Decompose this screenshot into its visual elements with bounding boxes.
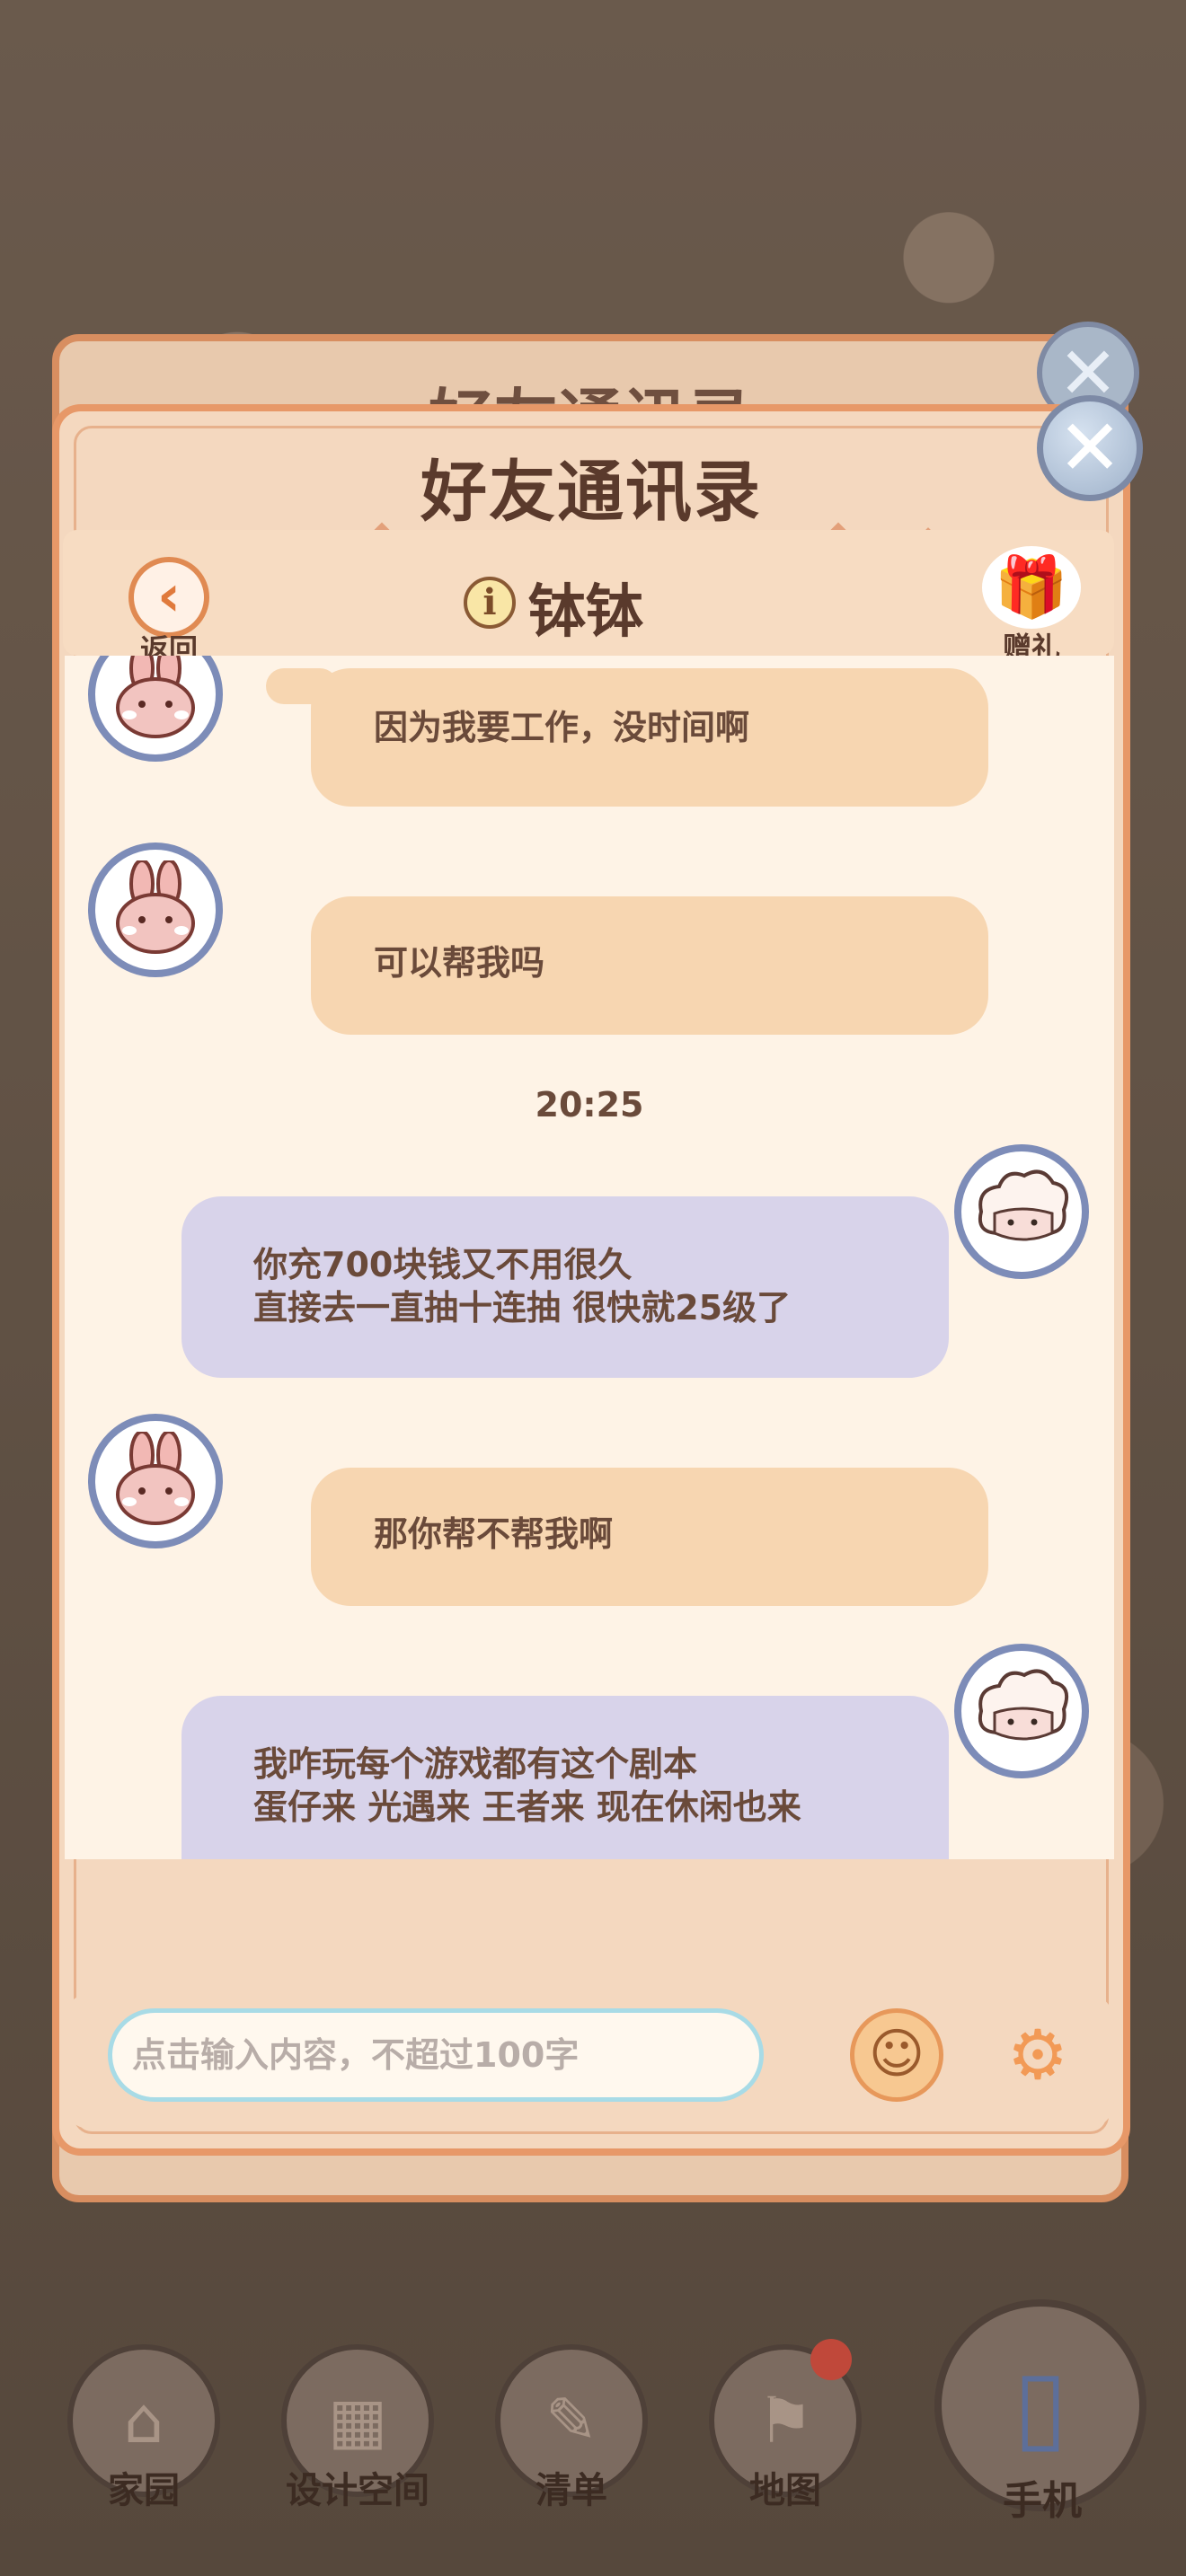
bunny-icon bbox=[116, 860, 195, 954]
message-bubble-me: 你充700块钱又不用很久 直接去一直抽十连抽 很快就25级了 bbox=[181, 1196, 949, 1378]
back-button[interactable]: ‹ 返回 bbox=[124, 557, 214, 666]
message-bubble-friend: 那你帮不帮我啊 bbox=[311, 1468, 988, 1606]
bubble-tab bbox=[266, 668, 338, 704]
message-text-line: 蛋仔来 光遇来 王者来 现在休闲也来 bbox=[253, 1787, 801, 1827]
nav-label: 清单 bbox=[535, 2470, 607, 2511]
message-bubble-friend: 因为我要工作，没时间啊 bbox=[266, 668, 988, 807]
nav-label: 手机 bbox=[1003, 2478, 1082, 2524]
notification-dot bbox=[810, 2339, 852, 2380]
gift-button[interactable]: 🎁 赠礼 bbox=[976, 546, 1087, 665]
nav-label: 家园 bbox=[108, 2470, 180, 2511]
dialog-title: 好友通讯录 bbox=[420, 454, 762, 531]
my-avatar bbox=[954, 1144, 1089, 1279]
nav-label: 设计空间 bbox=[286, 2470, 429, 2511]
bunny-icon bbox=[116, 1432, 195, 1525]
friend-avatar bbox=[88, 1414, 223, 1548]
nav-map[interactable]: ⚑ 地图 bbox=[704, 2339, 866, 2513]
nav-home[interactable]: ⌂ 家园 bbox=[63, 2344, 225, 2513]
gear-icon: ⚙ bbox=[1006, 2015, 1069, 2095]
chevron-left-icon: ‹ bbox=[128, 557, 209, 638]
gift-icon: 🎁 bbox=[982, 546, 1081, 629]
friend-avatar bbox=[88, 842, 223, 977]
friend-name: 钵钵 bbox=[528, 579, 643, 646]
sheep-icon bbox=[978, 1669, 1068, 1741]
emoji-button[interactable]: ☺ bbox=[850, 2008, 943, 2102]
chat-messages[interactable]: 因为我要工作，没时间啊 可以帮我吗 20:25 你充700块钱又不用很久 直接去… bbox=[65, 656, 1114, 1859]
message-text: 因为我要工作，没时间啊 bbox=[374, 708, 750, 747]
nav-design-space[interactable]: ▦ 设计空间 bbox=[277, 2344, 438, 2513]
nav-list[interactable]: ✎ 清单 bbox=[491, 2344, 652, 2513]
message-text: 那你帮不帮我啊 bbox=[374, 1514, 614, 1554]
smiley-icon: ☺ bbox=[868, 2023, 925, 2086]
message-text-line: 你充700块钱又不用很久 bbox=[253, 1245, 633, 1284]
bunny-icon bbox=[116, 656, 195, 738]
message-text: 可以帮我吗 bbox=[374, 943, 545, 983]
nav-phone[interactable]: ▯ 手机 bbox=[934, 2299, 1150, 2526]
message-text-line: 我咋玩每个游戏都有这个剧本 bbox=[253, 1744, 698, 1784]
nav-label: 地图 bbox=[749, 2470, 821, 2511]
my-avatar bbox=[954, 1644, 1089, 1778]
chat-settings-button[interactable]: ⚙ bbox=[979, 2008, 1096, 2102]
message-bubble-me: 我咋玩每个游戏都有这个剧本 蛋仔来 光遇来 王者来 现在休闲也来 bbox=[181, 1696, 949, 1859]
message-bubble-friend: 可以帮我吗 bbox=[311, 896, 988, 1035]
message-text-line: 直接去一直抽十连抽 很快就25级了 bbox=[253, 1288, 792, 1328]
close-icon: ✕ bbox=[1057, 403, 1123, 493]
message-timestamp: 20:25 bbox=[535, 1085, 644, 1125]
sheep-icon bbox=[978, 1169, 1068, 1241]
info-icon[interactable]: i bbox=[464, 577, 516, 629]
message-input[interactable]: 点击输入内容，不超过100字 bbox=[108, 2008, 764, 2102]
friend-avatar bbox=[88, 656, 223, 762]
close-button[interactable]: ✕ bbox=[1037, 395, 1143, 501]
